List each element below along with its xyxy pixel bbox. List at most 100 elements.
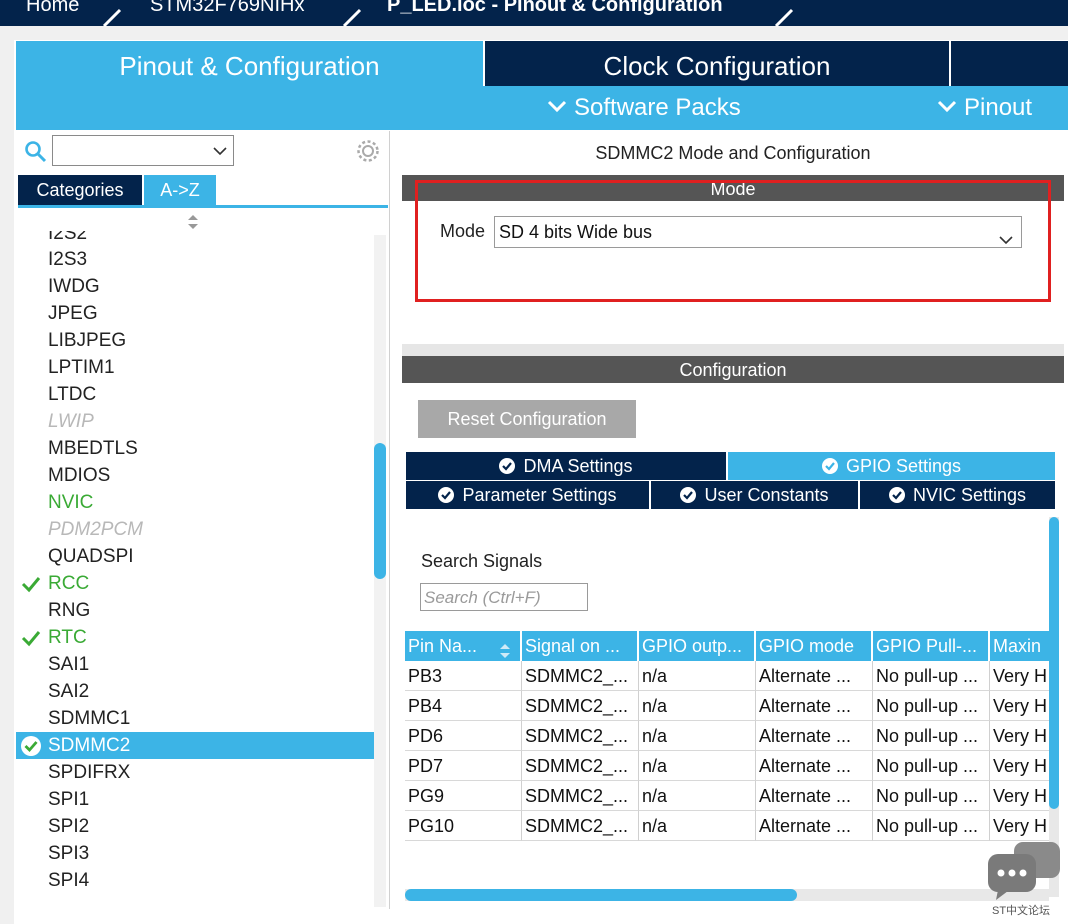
sub-menu-bar: Software Packs Pinout (16, 86, 1068, 130)
table-row[interactable]: PB3 SDMMC2_... n/a Alternate ... No pull-up … (405, 661, 1050, 691)
peripheral-item[interactable]: LWIP (16, 408, 374, 435)
sort-icon[interactable] (186, 213, 200, 231)
peripheral-item[interactable]: PDM2PCM (16, 516, 374, 543)
table-header-row: Pin Na... Signal on ... GPIO outp... GPI… (405, 631, 1050, 661)
breadcrumb-project[interactable]: P_LED.ioc - Pinout & Configuration (387, 0, 723, 17)
table-cell: SDMMC2_... (522, 691, 639, 721)
section-divider (402, 344, 1064, 356)
reset-configuration-button[interactable]: Reset Configuration (418, 400, 636, 438)
peripheral-item[interactable]: SPI1 (16, 786, 374, 813)
peripheral-item[interactable]: RCC (16, 570, 374, 597)
check-circle-icon (20, 735, 42, 757)
pinout-menu[interactable]: Pinout (936, 94, 1032, 122)
table-cell: No pull-up ... (873, 721, 990, 751)
peripheral-item[interactable]: RTC (16, 624, 374, 651)
tab-pinout-configuration[interactable]: Pinout & Configuration (16, 41, 483, 86)
peripheral-item[interactable]: SPI3 (16, 840, 374, 867)
column-header-signal[interactable]: Signal on ... (522, 631, 639, 661)
tab-more[interactable] (951, 41, 1068, 86)
peripheral-item-label: RCC (48, 573, 90, 594)
peripheral-item[interactable]: SPI2 (16, 813, 374, 840)
peripheral-item[interactable]: I2S3 (16, 246, 374, 273)
tab-parameter-settings[interactable]: Parameter Settings (406, 481, 649, 509)
peripheral-item[interactable]: LIBJPEG (16, 327, 374, 354)
chevron-right-icon (338, 0, 368, 28)
table-cell: No pull-up ... (873, 781, 990, 811)
tab-clock-configuration[interactable]: Clock Configuration (485, 41, 949, 86)
table-row[interactable]: PD6 SDMMC2_... n/a Alternate ... No pull-up … (405, 721, 1050, 751)
peripheral-item[interactable]: NVIC (16, 489, 374, 516)
table-cell: n/a (639, 781, 756, 811)
peripheral-list-scrollbar[interactable] (374, 235, 386, 907)
peripheral-search-input[interactable] (52, 135, 234, 166)
peripheral-item-label: SDMMC2 (48, 735, 131, 756)
peripheral-item[interactable]: RNG (16, 597, 374, 624)
table-row[interactable]: PG10 SDMMC2_... n/a Alternate ... No pull-up… (405, 811, 1050, 841)
column-header-max-speed[interactable]: Maxin (990, 631, 1050, 661)
peripheral-item-label: SAI1 (48, 654, 90, 675)
peripheral-item[interactable]: SAI1 (16, 651, 374, 678)
peripheral-item-label: QUADSPI (48, 546, 134, 567)
table-horizontal-scrollbar[interactable] (405, 889, 1049, 901)
table-cell: Alternate ... (756, 721, 873, 751)
tab-categories[interactable]: Categories (18, 175, 142, 205)
gear-icon[interactable] (355, 138, 381, 164)
scrollbar-thumb[interactable] (374, 443, 386, 579)
table-cell: Alternate ... (756, 751, 873, 781)
table-cell: n/a (639, 811, 756, 841)
software-packs-menu[interactable]: Software Packs (546, 94, 741, 122)
scrollbar-thumb[interactable] (405, 889, 797, 901)
peripheral-item[interactable]: SDMMC2 (16, 732, 374, 759)
table-cell: SDMMC2_... (522, 781, 639, 811)
table-cell: No pull-up ... (873, 811, 990, 841)
peripheral-item[interactable]: MDIOS (16, 462, 374, 489)
chevron-down-icon (213, 144, 227, 158)
peripheral-item-label: JPEG (48, 303, 98, 324)
tab-a-to-z[interactable]: A->Z (144, 175, 216, 205)
tab-nvic-settings[interactable]: NVIC Settings (860, 481, 1055, 509)
tab-dma-settings[interactable]: DMA Settings (406, 452, 726, 480)
peripheral-item[interactable]: SPDIFRX (16, 759, 374, 786)
peripheral-item[interactable]: LTDC (16, 381, 374, 408)
column-header-pin-name[interactable]: Pin Na... (405, 631, 522, 661)
table-cell: n/a (639, 691, 756, 721)
peripheral-item[interactable]: SDMMC1 (16, 705, 374, 732)
table-cell: Alternate ... (756, 811, 873, 841)
peripheral-item[interactable]: QUADSPI (16, 543, 374, 570)
table-cell: PG10 (405, 811, 522, 841)
peripheral-item[interactable]: LPTIM1 (16, 354, 374, 381)
table-cell: SDMMC2_... (522, 661, 639, 691)
peripheral-item[interactable]: JPEG (16, 300, 374, 327)
tab-gpio-settings[interactable]: GPIO Settings (728, 452, 1055, 480)
peripheral-item-label: SPI1 (48, 789, 90, 810)
peripheral-item[interactable]: MBEDTLS (16, 435, 374, 462)
sort-icon (499, 638, 511, 658)
check-circle-icon (680, 483, 697, 503)
breadcrumb-home[interactable]: Home (26, 0, 79, 17)
breadcrumb-device[interactable]: STM32F769NIHx (150, 0, 305, 17)
peripheral-item[interactable]: I2S2 (16, 231, 374, 246)
chevron-down-icon (546, 95, 568, 117)
check-circle-icon (438, 483, 455, 503)
scrollbar-thumb[interactable] (1049, 517, 1059, 809)
search-signals-input[interactable]: Search (Ctrl+F) (420, 583, 588, 611)
column-header-gpio-output[interactable]: GPIO outp... (639, 631, 756, 661)
table-row[interactable]: PB4 SDMMC2_... n/a Alternate ... No pull-up … (405, 691, 1050, 721)
column-header-gpio-mode[interactable]: GPIO mode (756, 631, 873, 661)
peripheral-item[interactable]: IWDG (16, 273, 374, 300)
peripheral-item[interactable]: SPI4 (16, 867, 374, 894)
panel-title: SDMMC2 Mode and Configuration (595, 143, 871, 163)
table-cell: PD6 (405, 721, 522, 751)
table-cell: n/a (639, 721, 756, 751)
search-icon[interactable] (24, 140, 48, 164)
peripheral-item-label: SPI4 (48, 870, 90, 891)
column-header-gpio-pull[interactable]: GPIO Pull-... (873, 631, 990, 661)
table-cell: PG9 (405, 781, 522, 811)
table-cell: Very H (990, 781, 1050, 811)
peripheral-item[interactable]: SAI2 (16, 678, 374, 705)
tab-user-constants[interactable]: User Constants (651, 481, 858, 509)
table-row[interactable]: PG9 SDMMC2_... n/a Alternate ... No pull-up … (405, 781, 1050, 811)
table-cell: Very H (990, 811, 1050, 841)
table-row[interactable]: PD7 SDMMC2_... n/a Alternate ... No pull-up … (405, 751, 1050, 781)
check-circle-icon (888, 483, 905, 503)
